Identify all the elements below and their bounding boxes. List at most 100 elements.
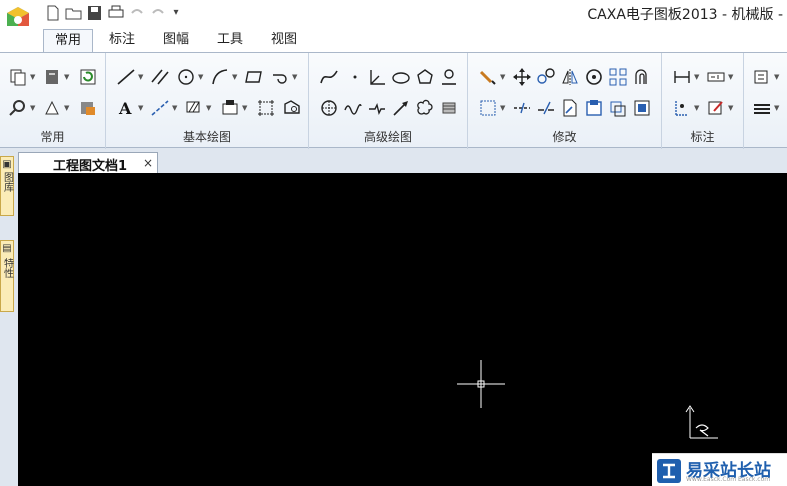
- arc-icon[interactable]: [210, 67, 230, 87]
- centerline-icon[interactable]: [150, 98, 170, 118]
- dimension-icon[interactable]: [672, 67, 692, 87]
- break-line-icon[interactable]: [367, 98, 387, 118]
- mirror-icon[interactable]: [560, 67, 580, 87]
- explode-icon[interactable]: [608, 98, 628, 118]
- polyline-icon[interactable]: [270, 67, 290, 87]
- ellipse-icon[interactable]: [391, 67, 411, 87]
- copy-move-icon[interactable]: [536, 67, 556, 87]
- annotation-dropdown-icon[interactable]: ▼: [728, 98, 735, 118]
- centerline-dropdown-icon[interactable]: ▼: [172, 98, 179, 118]
- spline-icon[interactable]: [319, 67, 339, 87]
- tolerance-icon[interactable]: [706, 67, 726, 87]
- layer-manager-icon[interactable]: [752, 67, 772, 87]
- group-label-dimension: 标注: [690, 130, 715, 144]
- linetype-icon[interactable]: [752, 98, 772, 118]
- left-panel-strip: ▣ 图库 ▤ 特性: [0, 150, 18, 486]
- ribbon-tab-bar: 常用 标注 图幅 工具 视图: [0, 26, 787, 53]
- rotate-icon[interactable]: [584, 67, 604, 87]
- text-annotation-icon[interactable]: [706, 98, 726, 118]
- arrow-icon[interactable]: [391, 98, 411, 118]
- library-panel-icon: ▣: [2, 159, 12, 170]
- parallel-line-icon[interactable]: [150, 67, 170, 87]
- redo-icon[interactable]: [149, 5, 167, 21]
- hatch-dropdown-icon[interactable]: ▼: [206, 98, 213, 118]
- block-dropdown-icon[interactable]: ▼: [242, 98, 249, 118]
- line-icon[interactable]: [116, 67, 136, 87]
- coordinate-dropdown-icon[interactable]: ▼: [694, 98, 701, 118]
- wave-line-icon[interactable]: [343, 98, 363, 118]
- delete-icon[interactable]: [478, 67, 498, 87]
- center-mark-icon[interactable]: [439, 67, 459, 87]
- scale-icon[interactable]: [584, 98, 604, 118]
- gear-icon[interactable]: [439, 98, 459, 118]
- offset-icon[interactable]: [632, 67, 652, 87]
- customize-toolbar-icon[interactable]: ▾: [170, 5, 182, 21]
- match-dropdown-icon[interactable]: ▼: [64, 98, 71, 118]
- polyline-dropdown-icon[interactable]: ▼: [292, 67, 299, 87]
- undo-icon[interactable]: [128, 5, 146, 21]
- zoom-dropdown-icon[interactable]: ▼: [30, 98, 37, 118]
- stretch-icon[interactable]: [560, 98, 580, 118]
- tolerance-dropdown-icon[interactable]: ▼: [728, 67, 735, 87]
- circle-icon[interactable]: [176, 67, 196, 87]
- document-tab[interactable]: 工程图文档1 ×: [18, 152, 158, 174]
- circle-dropdown-icon[interactable]: ▼: [198, 67, 205, 87]
- region-icon[interactable]: [282, 98, 302, 118]
- text-icon[interactable]: A: [116, 98, 136, 118]
- polygon-icon[interactable]: [415, 67, 435, 87]
- canvas-overlay: [457, 360, 718, 439]
- hole-icon[interactable]: [319, 98, 339, 118]
- linetype-dropdown-icon[interactable]: ▼: [774, 98, 781, 118]
- document-tab-label: 工程图文档1: [53, 159, 128, 174]
- regenerate-icon[interactable]: [78, 67, 98, 87]
- text-dropdown-icon[interactable]: ▼: [138, 98, 145, 118]
- boundary-icon[interactable]: [256, 98, 276, 118]
- drawing-canvas[interactable]: [18, 173, 787, 486]
- properties-icon[interactable]: [42, 67, 62, 87]
- dimension-dropdown-icon[interactable]: ▼: [694, 67, 701, 87]
- library-panel-tab[interactable]: ▣ 图库: [0, 156, 14, 216]
- cloud-line-icon[interactable]: [415, 98, 435, 118]
- properties-panel-tab[interactable]: ▤ 特性: [0, 240, 14, 312]
- watermark-logo-icon: [657, 459, 681, 483]
- new-file-icon[interactable]: [44, 5, 62, 21]
- trim-icon[interactable]: [478, 98, 498, 118]
- rectangle-icon[interactable]: [244, 67, 264, 87]
- properties-dropdown-icon[interactable]: ▼: [64, 67, 71, 87]
- arc-dropdown-icon[interactable]: ▼: [232, 67, 239, 87]
- layer-icon[interactable]: [78, 98, 98, 118]
- layer-manager-dropdown-icon[interactable]: ▼: [774, 67, 781, 87]
- properties-panel-label: 特性: [1, 258, 13, 278]
- zoom-icon[interactable]: [8, 98, 28, 118]
- point-icon[interactable]: [345, 67, 365, 87]
- angle-line-icon[interactable]: [367, 67, 387, 87]
- copy-icon[interactable]: [8, 67, 28, 87]
- close-icon[interactable]: ×: [143, 156, 153, 170]
- hatch-icon[interactable]: [184, 98, 204, 118]
- block-icon[interactable]: [220, 98, 240, 118]
- delete-dropdown-icon[interactable]: ▼: [500, 67, 507, 87]
- copy-dropdown-icon[interactable]: ▼: [30, 67, 37, 87]
- open-folder-icon[interactable]: [65, 5, 83, 21]
- print-icon[interactable]: [107, 5, 125, 21]
- move-icon[interactable]: [512, 67, 532, 87]
- title-bar: ▾ CAXA电子图板2013 - 机械版 -: [0, 0, 787, 32]
- group-partial: ▼ ▼: [744, 53, 787, 149]
- fillet-icon[interactable]: [632, 98, 652, 118]
- match-properties-icon[interactable]: [42, 98, 62, 118]
- ribbon: ▼ ▼ ▼ ▼ 常用 ▼ ▼ ▼ ▼ A ▼ ▼ ▼ ▼ 基本绘图 高级绘图 ▼…: [0, 52, 787, 149]
- coordinate-dimension-icon[interactable]: [672, 98, 692, 118]
- group-modify: ▼ ▼ 修改: [468, 53, 662, 149]
- break-icon[interactable]: [536, 98, 556, 118]
- tab-sheet[interactable]: 图幅: [154, 29, 198, 53]
- extend-icon[interactable]: [512, 98, 532, 118]
- tab-tools[interactable]: 工具: [208, 29, 252, 53]
- save-icon[interactable]: [86, 5, 104, 21]
- tab-home[interactable]: 常用: [43, 29, 93, 53]
- trim-dropdown-icon[interactable]: ▼: [500, 98, 507, 118]
- line-dropdown-icon[interactable]: ▼: [138, 67, 145, 87]
- tab-dimension[interactable]: 标注: [100, 29, 144, 53]
- array-icon[interactable]: [608, 67, 628, 87]
- group-dimension: ▼ ▼ ▼ ▼ 标注: [662, 53, 744, 149]
- tab-view[interactable]: 视图: [262, 29, 306, 53]
